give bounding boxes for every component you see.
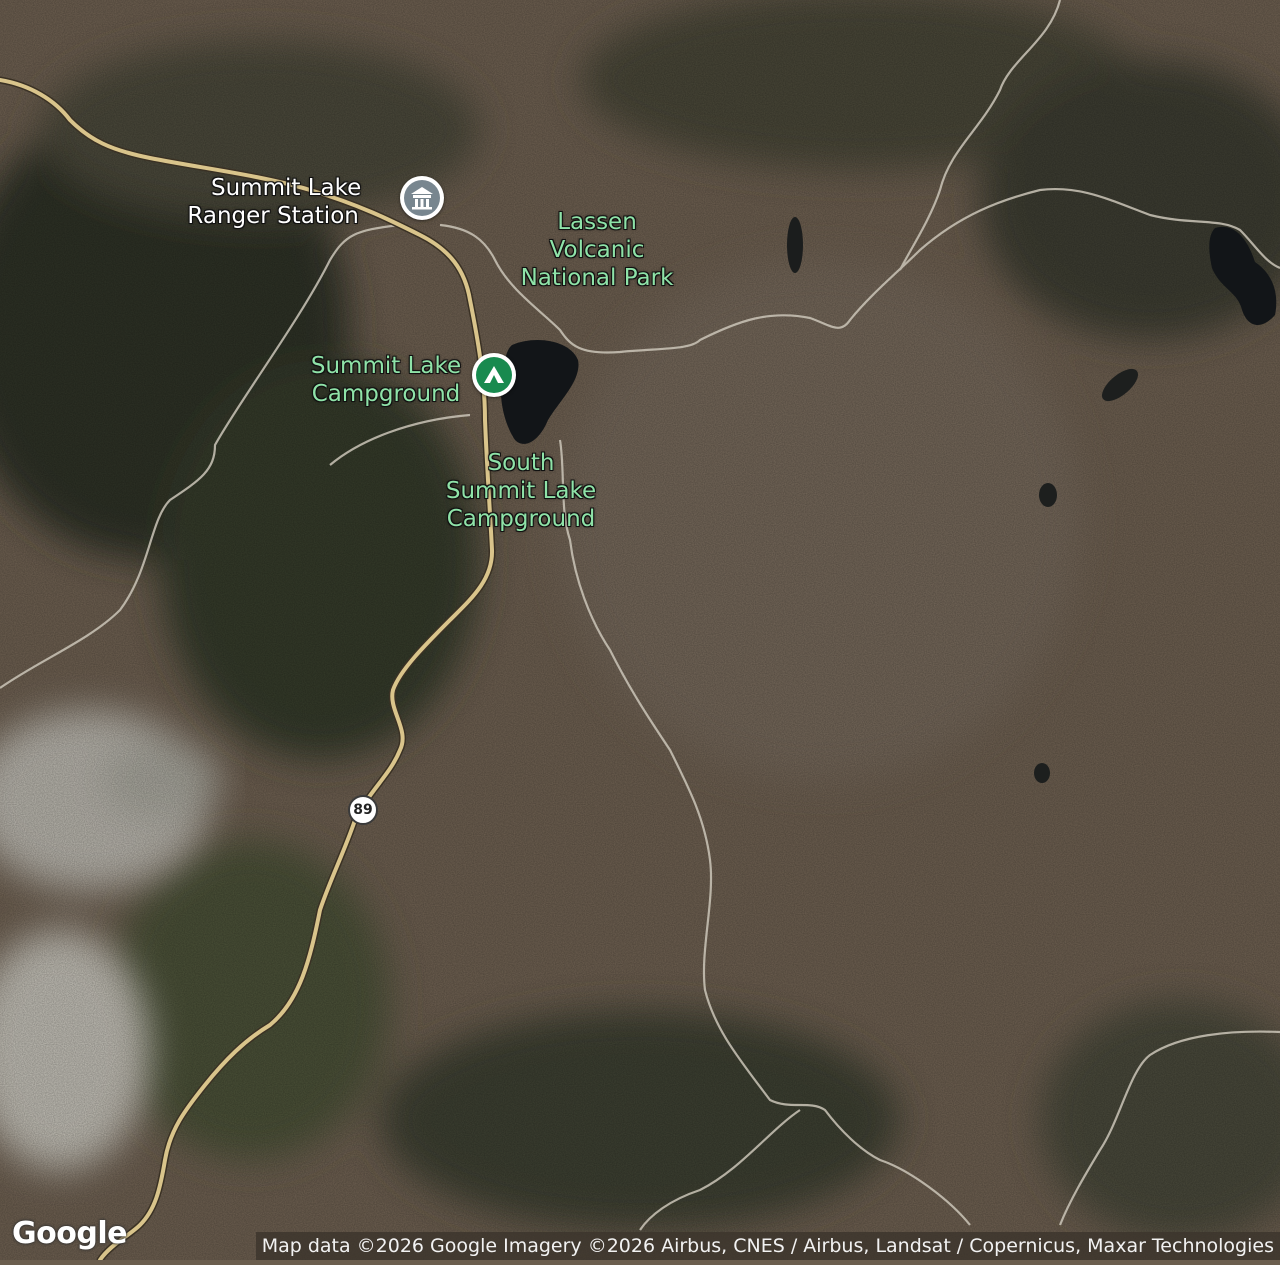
satellite-map[interactable]: Summit Lake Ranger Station Lassen Volcan…	[0, 0, 1280, 1264]
south-campground-label[interactable]: South Summit Lake Campground	[437, 449, 605, 533]
ranger-station-label[interactable]: Summit Lake Ranger Station	[187, 174, 362, 230]
summit-campground-label-line1: Summit Lake	[310, 353, 462, 379]
summit-campground-label[interactable]: Summit Lake Campground	[303, 352, 469, 408]
south-campground-label-line2: Summit Lake	[445, 478, 597, 504]
national-park-label[interactable]: Lassen Volcanic National Park	[512, 208, 682, 292]
ranger-station-marker[interactable]	[400, 176, 444, 220]
ranger-station-label-line2: Ranger Station	[187, 203, 359, 229]
summit-campground-marker[interactable]	[472, 353, 516, 397]
national-park-label-line1: Lassen	[557, 209, 637, 235]
map-imagery	[0, 0, 1280, 1264]
campground-icon	[484, 366, 504, 383]
google-logo: Google	[12, 1216, 127, 1251]
summit-campground-label-line2: Campground	[311, 381, 461, 407]
route-89-shield: 89	[348, 795, 378, 825]
south-campground-label-line3: Campground	[446, 506, 596, 532]
map-attribution[interactable]: Map data ©2026 Google Imagery ©2026 Airb…	[255, 1232, 1280, 1260]
ranger-station-icon	[411, 187, 433, 210]
south-campground-label-line1: South	[487, 450, 555, 476]
national-park-label-line3: National Park	[520, 265, 674, 291]
ranger-station-label-line1: Summit Lake	[211, 175, 362, 201]
national-park-label-line2: Volcanic	[549, 237, 645, 263]
